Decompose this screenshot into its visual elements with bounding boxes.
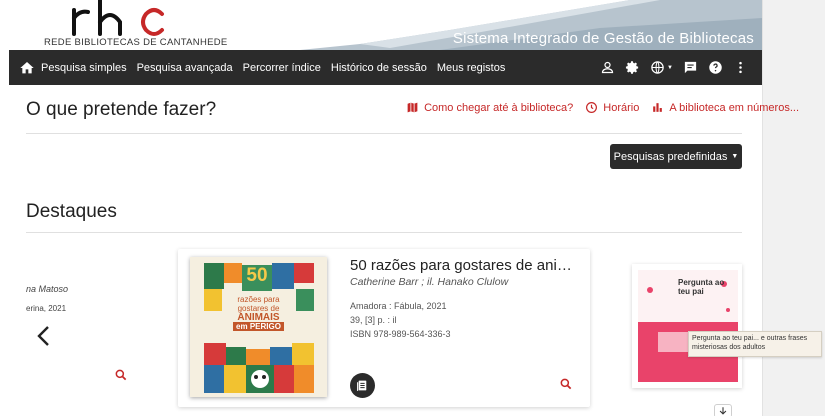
statistics-link[interactable]: A biblioteca em números...: [651, 101, 799, 114]
cover-line: em PERIGO: [233, 322, 284, 331]
message-icon[interactable]: [683, 60, 698, 75]
list-icon: [357, 380, 367, 391]
book-isbn: ISBN 978-989-564-336-3: [350, 329, 451, 339]
nav-meus-registos[interactable]: Meus registos: [437, 62, 505, 74]
schedule-label: Horário: [603, 101, 640, 114]
language-globe-icon[interactable]: ▼: [650, 60, 673, 75]
search-icon[interactable]: [114, 368, 128, 382]
book-extent: 39, [3] p. : il: [350, 315, 397, 325]
help-icon[interactable]: [708, 60, 723, 75]
chevron-down-icon: ▼: [667, 64, 673, 71]
bar-chart-icon: [653, 103, 663, 112]
logo-caption: REDE BIBLIOTECAS DE CANTANHEDE: [44, 37, 228, 48]
schedule-link[interactable]: Horário: [585, 101, 639, 114]
card-publication: erina, 2021: [26, 304, 67, 313]
carousel-card-current[interactable]: 50 razões para gostares de ANIMAIS em PE…: [178, 249, 590, 407]
card-author: na Matoso: [26, 284, 69, 294]
map-icon: [407, 102, 418, 113]
home-icon[interactable]: [19, 60, 35, 76]
scroll-down-button[interactable]: [714, 404, 732, 416]
nav-percorrer-indice[interactable]: Percorrer índice: [243, 62, 321, 74]
book-publication: Amadora : Fábula, 2021: [350, 301, 447, 311]
clock-icon: [586, 102, 598, 113]
gear-icon[interactable]: [625, 60, 640, 75]
divider: [26, 232, 742, 233]
directions-label: Como chegar até à biblioteca?: [424, 101, 574, 114]
main-nav: Pesquisa simples Pesquisa avançada Perco…: [9, 50, 762, 85]
predefined-searches-button[interactable]: Pesquisas predefinidas ▼: [610, 144, 742, 169]
book-title[interactable]: 50 razões para gostares de animais em pe…: [350, 257, 578, 274]
divider: [26, 133, 742, 134]
nav-icon-group: ▼: [600, 50, 748, 85]
user-icon[interactable]: [600, 60, 615, 75]
directions-link[interactable]: Como chegar até à biblioteca?: [406, 101, 573, 114]
statistics-label: A biblioteca em números...: [669, 101, 799, 114]
carousel-card-next[interactable]: Pergunta ao teu pai: [632, 264, 742, 388]
section-heading: Destaques: [26, 201, 117, 222]
arrow-down-icon: [719, 407, 727, 415]
header-banner: REDE BIBLIOTECAS DE CANTANHEDE Sistema I…: [0, 0, 762, 50]
more-vertical-icon[interactable]: [733, 60, 748, 75]
search-icon[interactable]: [559, 377, 573, 391]
record-details-button[interactable]: [350, 373, 375, 398]
cover-number: 50: [246, 265, 268, 286]
system-title: Sistema Integrado de Gestão de Bibliotec…: [452, 30, 754, 47]
book-cover[interactable]: Pergunta ao teu pai: [638, 270, 738, 382]
nav-pesquisa-simples[interactable]: Pesquisa simples: [41, 62, 127, 74]
nav-historico-sessao[interactable]: Histórico de sessão: [331, 62, 427, 74]
chevron-left-icon[interactable]: [36, 325, 52, 347]
book-title-tooltip: Pergunta ao teu pai... e outras frases m…: [688, 331, 822, 357]
book-cover[interactable]: 50 razões para gostares de ANIMAIS em PE…: [190, 257, 327, 397]
cover-line: ANIMAIS: [237, 312, 280, 323]
predefined-searches-label: Pesquisas predefinidas: [613, 150, 728, 163]
book-author: Catherine Barr ; il. Hanako Clulow: [350, 276, 509, 288]
quick-actions: Como chegar até à biblioteca? Horário A …: [406, 101, 799, 114]
page-heading: O que pretende fazer?: [26, 99, 217, 120]
cover-line: razões para: [237, 295, 280, 304]
cover-title: Pergunta ao teu pai: [678, 278, 725, 296]
caret-down-icon: ▼: [731, 153, 739, 160]
nav-pesquisa-avancada[interactable]: Pesquisa avançada: [137, 62, 233, 74]
